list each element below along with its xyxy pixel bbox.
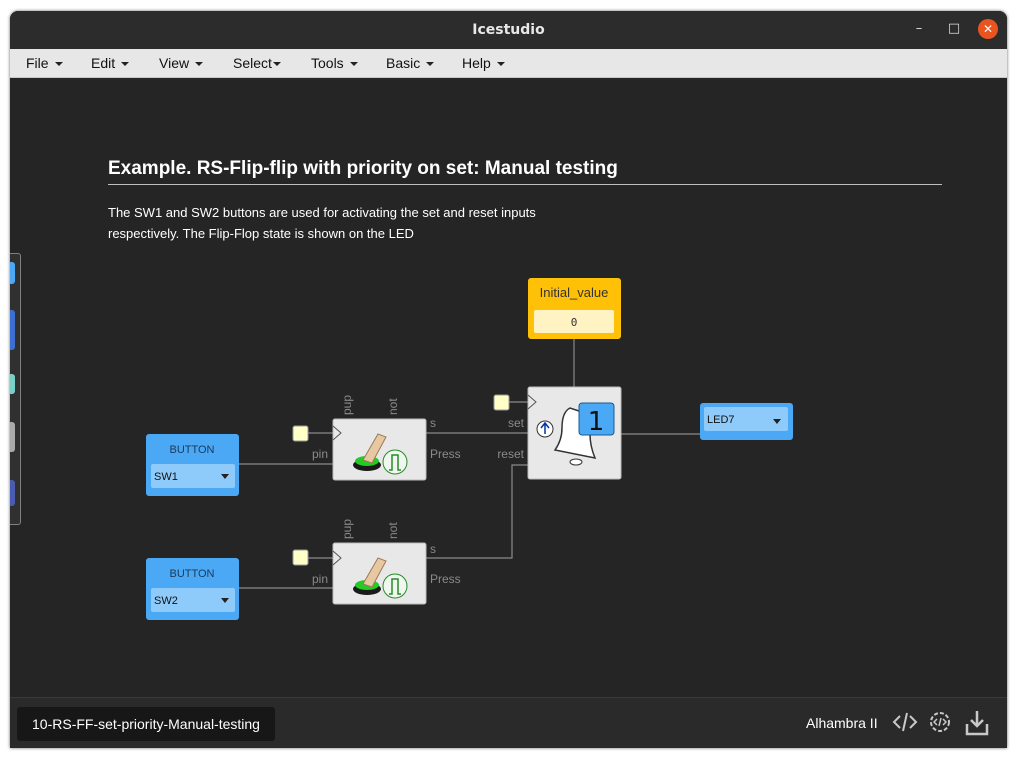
menu-help[interactable]: Help: [462, 55, 505, 71]
port-label: s: [430, 542, 436, 556]
switch-block-2[interactable]: pup not pin s Press: [292, 519, 461, 605]
pin-select-value: SW1: [154, 471, 178, 483]
menu-bar: File Edit View Select Tools Basic Help: [10, 49, 1007, 78]
menu-help-label: Help: [462, 55, 491, 71]
minimize-button[interactable]: –: [909, 19, 929, 39]
menu-basic[interactable]: Basic: [386, 55, 435, 71]
chevron-down-icon: [195, 62, 204, 67]
port-label: Press: [430, 447, 461, 461]
port-label: reset: [497, 447, 524, 461]
button-block-label: BUTTON: [169, 444, 214, 456]
constant-label: Initial_value: [540, 285, 609, 300]
pin-select-value: LED7: [707, 414, 735, 426]
app-window: Icestudio – □ ✕ File Edit View Select To…: [10, 11, 1007, 748]
status-footer: 10-RS-FF-set-priority-Manual-testing Alh…: [10, 697, 1007, 748]
wire: [426, 464, 528, 559]
switch-block-1[interactable]: pup not pin s Press: [292, 395, 461, 481]
port-label: pup: [340, 395, 354, 415]
menu-edit[interactable]: Edit: [91, 55, 130, 71]
port-label: s: [430, 416, 436, 430]
port-label: pin: [312, 447, 328, 461]
chevron-down-icon: [349, 62, 358, 67]
menu-view-label: View: [159, 55, 190, 71]
circuit-diagram: BUTTON SW1 BUTTON SW2 pup not pin s Pres…: [146, 278, 793, 620]
chevron-down-icon: [426, 62, 435, 67]
menu-edit-label: Edit: [91, 55, 116, 71]
port-label: pup: [340, 519, 354, 539]
window-title: Icestudio: [472, 22, 545, 38]
led-block[interactable]: LED7: [700, 403, 793, 440]
maximize-button[interactable]: □: [944, 19, 964, 39]
settings-code-icon[interactable]: [926, 708, 954, 736]
parameter-box[interactable]: [493, 394, 510, 411]
menu-basic-label: Basic: [386, 55, 421, 71]
menu-tools[interactable]: Tools: [311, 55, 358, 71]
menu-file-label: File: [26, 55, 49, 71]
menu-select-label: Select: [233, 55, 272, 71]
menu-tools-label: Tools: [311, 55, 344, 71]
button-block-label: BUTTON: [169, 568, 214, 580]
chevron-down-icon: [54, 62, 63, 67]
download-icon[interactable]: [963, 708, 991, 738]
menu-select[interactable]: Select: [233, 55, 281, 71]
file-tab[interactable]: 10-RS-FF-set-priority-Manual-testing: [17, 707, 275, 741]
constant-block-initial-value[interactable]: Initial_value 0: [528, 278, 621, 339]
chevron-down-icon: [496, 62, 505, 67]
menu-file[interactable]: File: [26, 55, 63, 71]
constant-value: 0: [571, 316, 578, 329]
port-label: Press: [430, 572, 461, 586]
parameter-box[interactable]: [292, 425, 309, 442]
port-label: set: [508, 416, 525, 430]
close-button[interactable]: ✕: [978, 19, 998, 39]
board-selector[interactable]: Alhambra II: [806, 715, 878, 731]
pin-select-value: SW2: [154, 595, 178, 607]
chevron-down-icon: [121, 62, 130, 67]
port-label: not: [386, 522, 400, 539]
code-icon[interactable]: [891, 708, 919, 736]
ff-state-value: 1: [588, 407, 605, 437]
titlebar: Icestudio – □ ✕: [10, 11, 1007, 49]
menu-view[interactable]: View: [159, 55, 204, 71]
port-label: not: [386, 398, 400, 415]
design-canvas[interactable]: Example. RS-Flip-flip with priority on s…: [10, 78, 1007, 708]
button-block-sw2[interactable]: BUTTON SW2: [146, 558, 239, 620]
port-label: pin: [312, 572, 328, 586]
parameter-box[interactable]: [292, 549, 309, 566]
chevron-down-icon: [272, 62, 281, 67]
button-block-sw1[interactable]: BUTTON SW1: [146, 434, 239, 496]
